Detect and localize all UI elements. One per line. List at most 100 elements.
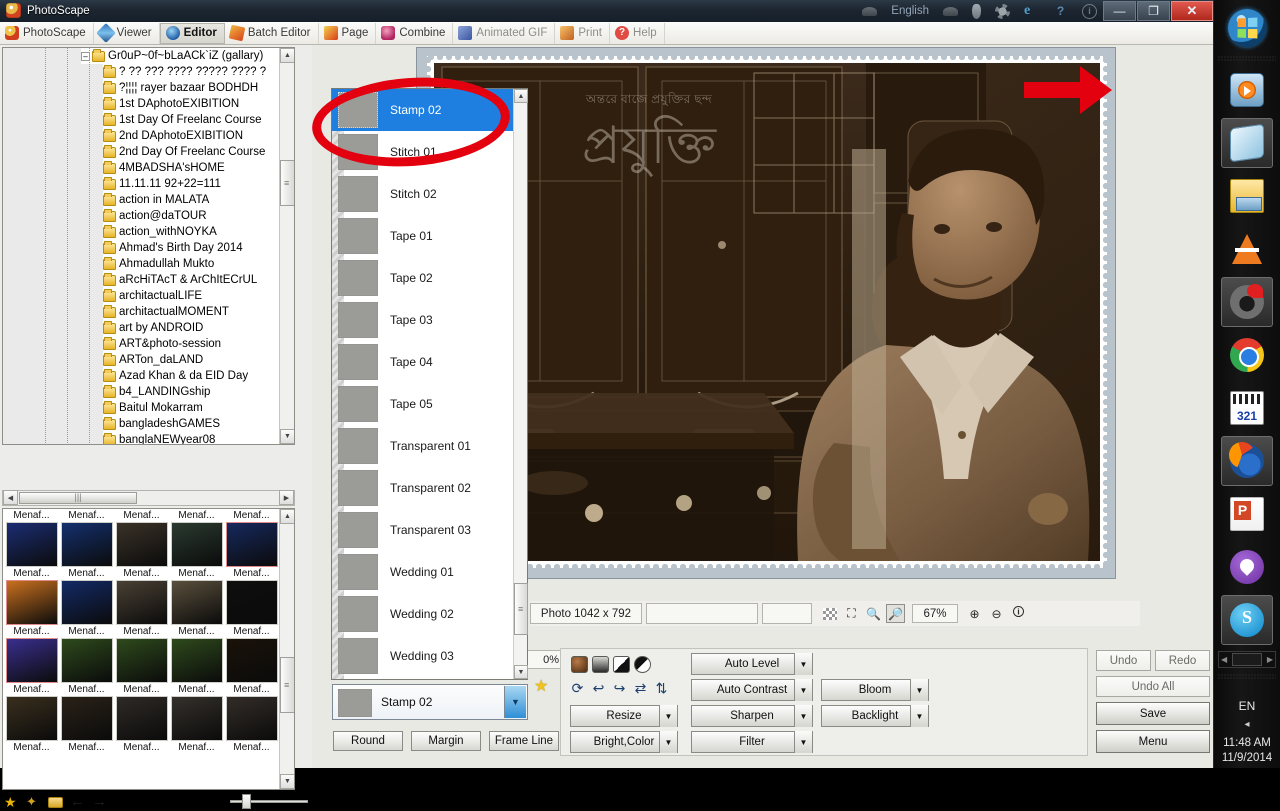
auto-contrast-button[interactable]: Auto Contrast ▼ [691,679,813,701]
taskbar-item-gom[interactable] [1221,277,1273,327]
previous-arrow-icon[interactable]: ← [70,794,85,809]
thumbnail-image[interactable] [115,522,168,567]
tree-folder-item[interactable]: ?¦¦¦¦ rayer bazaar BODHDH [3,80,294,96]
undo-button[interactable]: Undo [1096,650,1151,671]
thumbnail-image[interactable] [60,580,113,625]
cloud-icon[interactable] [943,6,958,16]
thumbnail-image[interactable] [115,638,168,683]
close-button[interactable]: ✕ [1171,1,1213,21]
zoom-in-icon[interactable]: ⊕ [965,604,984,623]
thumbnail-image[interactable] [5,696,58,741]
auto-level-button[interactable]: Auto Level ▼ [691,653,813,675]
redo-button[interactable]: Redo [1155,650,1210,671]
thumbnail-item[interactable]: Menaf... [224,638,279,696]
thumbnail-item[interactable]: Menaf... [224,522,279,580]
folder-tree-hscrollbar[interactable]: ◀ ▶ [2,490,295,506]
grayscale-tone-swatch[interactable] [592,656,609,673]
tree-folder-item[interactable]: 1st Day Of Freelanc Course [3,112,294,128]
thumbnail-image[interactable] [60,696,113,741]
favorite-star-icon[interactable]: ★ [4,795,19,809]
fit-window-icon[interactable]: 🔎 [886,604,905,623]
chevron-down-icon[interactable]: ▼ [794,679,812,701]
tree-folder-item[interactable]: 4MBADSHA'sHOME [3,160,294,176]
info-icon[interactable]: 🛈 [1009,604,1028,623]
frame-list-item[interactable]: Stitch 02 [332,173,527,215]
thumbnail-item[interactable]: Menaf... [114,638,169,696]
start-button[interactable] [1221,3,1273,53]
frame-line-button[interactable]: Frame Line [489,731,559,751]
thumbnail-image[interactable] [170,638,223,683]
chevron-down-icon[interactable]: ▼ [504,686,526,718]
menu-button[interactable]: Menu [1096,730,1210,753]
scroll-thumb[interactable] [280,657,294,713]
scroll-up-button[interactable]: ▲ [514,89,528,103]
thumbnail-item[interactable]: Menaf... [224,696,279,754]
tree-folder-item[interactable]: 1st DAphotoEXIBITION [3,96,294,112]
zoom-level[interactable]: 67% [912,604,958,623]
taskbar-item-chrome[interactable] [1221,330,1273,380]
thumbnail-item[interactable]: Menaf... [224,580,279,638]
taskbar-item-explorer[interactable] [1221,171,1273,221]
frame-list-item[interactable]: Wedding 01 [332,551,527,593]
tab-combine[interactable]: Combine [376,22,454,44]
frame-list-scrollbar[interactable]: ▲ ▼ [513,89,528,679]
tree-folder-item[interactable]: b4_LANDINGship [3,384,294,400]
minimize-button[interactable]: — [1103,1,1136,21]
volume-icon[interactable]: ◂ [1214,719,1280,730]
cloud-icon[interactable] [862,6,878,16]
thumbnail-item[interactable]: Menaf... [114,696,169,754]
slider-knob[interactable] [242,794,251,809]
tree-folder-item[interactable]: bangladeshGAMES [3,416,294,432]
sharpen-button[interactable]: Sharpen ▼ [691,705,813,727]
scroll-up-button[interactable]: ▲ [280,48,294,63]
chevron-down-icon[interactable]: ▼ [794,705,812,727]
thumbnail-image[interactable] [5,580,58,625]
bright-color-button[interactable]: Bright,Color ▼ [570,731,678,753]
language-indicator[interactable]: EN [1214,699,1280,713]
thumbnail-item[interactable]: Menaf... [114,580,169,638]
scroll-thumb[interactable] [280,160,294,206]
fit-screen-icon[interactable]: ⛶ [842,604,861,623]
tree-folder-item[interactable]: Baitul Mokarram [3,400,294,416]
folder-tree[interactable]: – Gr0uP~0f~bLaACk`iZ (gallary) ? ?? ??? ??… [2,47,295,445]
tree-folder-item[interactable]: Ahmad's Birth Day 2014 [3,240,294,256]
scroll-down-button[interactable]: ▼ [280,774,294,789]
frame-list-item[interactable]: Tape 01 [332,215,527,257]
chevron-down-icon[interactable]: ▼ [794,731,812,753]
chevron-down-icon[interactable]: ▼ [910,679,928,701]
tab-photoscape[interactable]: PhotoScape [0,22,94,44]
hscroll-left-button[interactable]: ◀ [3,490,18,505]
hscroll-right-button[interactable]: ▶ [279,490,294,505]
chevron-down-icon[interactable]: ▼ [910,705,928,727]
thumbnail-image[interactable] [5,638,58,683]
frame-list-item[interactable]: Transparent 01 [332,425,527,467]
frame-selector-combo[interactable]: Stamp 02 ▼ [332,684,528,720]
thumbnail-image[interactable] [60,638,113,683]
scroll-down-button[interactable]: ▼ [280,429,294,444]
tree-folder-item[interactable]: architactualLIFE [3,288,294,304]
sepia-tone-swatch[interactable] [571,656,588,673]
frame-list-item[interactable]: Wedding 03 [332,635,527,677]
scroll-up-button[interactable]: ▲ [280,509,294,524]
thumbnail-item[interactable]: Menaf... [59,638,114,696]
tree-root-item[interactable]: – Gr0uP~0f~bLaACk`iZ (gallary) [3,48,294,64]
thumbnail-image[interactable] [170,696,223,741]
scroll-left-icon[interactable]: ◀ [1221,655,1227,664]
help-icon[interactable]: ? [1053,4,1068,19]
taskbar-item-powerpoint[interactable] [1221,489,1273,539]
frame-list-item[interactable]: Tape 05 [332,383,527,425]
taskbar-item-skype[interactable] [1221,595,1273,645]
thumbnail-item[interactable]: Menaf... [4,696,59,754]
frame-list-item[interactable]: Tape 03 [332,299,527,341]
thumbnail-item[interactable]: Menaf... [114,522,169,580]
star-icon[interactable]: ★ [534,676,548,696]
taskbar-item-firefox[interactable] [1221,436,1273,486]
tree-folder-item[interactable]: aRcHiTAcT & ArChItECrUL [3,272,294,288]
frame-list-item[interactable]: Transparent 02 [332,467,527,509]
zoom-out-icon[interactable]: ⊖ [987,604,1006,623]
thumbnail-size-slider[interactable] [230,794,308,809]
tab-page[interactable]: Page [319,22,377,44]
tree-folder-item[interactable]: art by ANDROID [3,320,294,336]
thumbnail-item[interactable]: Menaf... [59,696,114,754]
frame-list-item[interactable]: Tape 04 [332,341,527,383]
